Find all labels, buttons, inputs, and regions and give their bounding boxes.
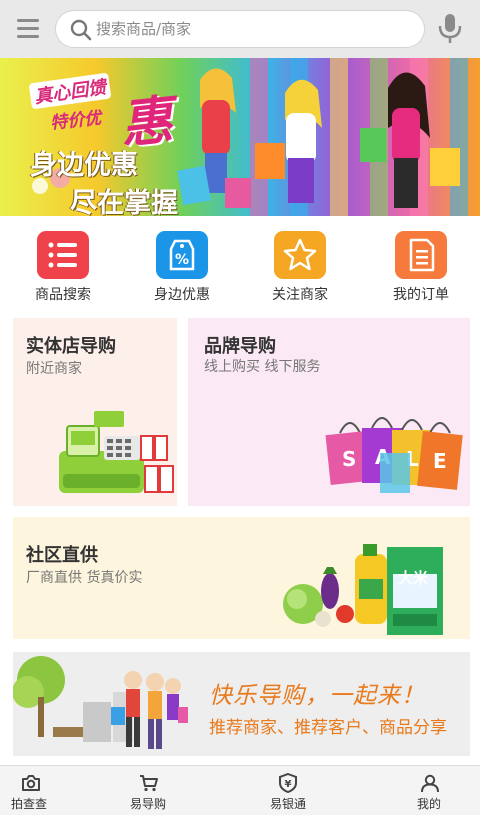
search-input[interactable] [96,17,406,41]
promo-headline: 快乐导购，一起来！ [209,683,425,709]
brand-guide-card[interactable]: 品牌导购 线上购买 线下服务 S A L E [188,318,470,506]
tab-yi-dao-gou[interactable]: 易导购 [120,766,200,815]
community-supply-card[interactable]: 社区直供 厂商直供 货真价实 大米 [13,517,470,639]
promo-banner[interactable]: 真心回馈 特价优 惠 身边优惠 尽在掌握 [0,58,480,216]
quick-action-label: 身边优惠 [154,287,210,303]
tab-yi-yin-tong[interactable]: ¥ 易银通 [258,766,338,815]
svg-text:S: S [342,447,356,471]
bottom-nav: 拍查查 易导购 ¥ 易银通 我的 [0,765,480,815]
store-guide-card[interactable]: 实体店导购 附近商家 [13,318,177,506]
quick-action-my-orders[interactable]: 我的订单 [371,231,471,306]
promo-subline: 推荐商家、推荐客户、商品分享 [209,718,447,738]
card-subtitle: 线上购买 线下服务 [204,359,321,375]
tab-mine[interactable]: 我的 [400,766,480,815]
card-subtitle: 附近商家 [26,361,82,377]
menu-icon[interactable] [14,15,44,43]
sale-bags-illustration: S A L E [325,417,463,493]
discount-tag-icon: % [156,231,208,279]
tab-label: 拍查查 [11,797,48,811]
tab-label: 易银通 [270,797,307,811]
card-title: 实体店导购 [26,336,116,357]
quick-action-label: 我的订单 [393,287,449,303]
star-icon [274,231,326,279]
top-bar [0,0,480,58]
cart-icon [140,775,158,792]
quick-action-product-search[interactable]: 商品搜索 [13,231,113,306]
banner-headline-2: 尽在掌握 [70,188,178,216]
svg-text:¥: ¥ [285,779,292,790]
svg-text:%: % [175,252,189,268]
card-title: 社区直供 [26,545,98,566]
quick-action-label: 关注商家 [272,287,328,303]
promo-strip[interactable]: 快乐导购，一起来！ 推荐商家、推荐客户、商品分享 [13,652,470,756]
cash-register-illustration [59,411,174,493]
quick-action-nearby-deals[interactable]: % 身边优惠 [132,231,232,306]
search-icon [70,19,92,41]
camera-icon [22,775,40,791]
yuan-shield-icon: ¥ [279,773,297,793]
banner-headline-1: 身边优惠 [30,150,138,181]
tab-pai-cha-cha[interactable]: 拍查查 [0,766,80,815]
tab-label: 易导购 [130,797,167,811]
user-icon [421,774,439,792]
quick-action-label: 商品搜索 [35,287,91,303]
order-document-icon [395,231,447,279]
quick-action-followed-shops[interactable]: 关注商家 [250,231,350,306]
search-box[interactable] [55,10,425,48]
list-icon [37,231,89,279]
card-subtitle: 厂商直供 货真价实 [26,570,143,586]
banner-slogan-2: 特价优 [49,108,103,134]
rice-bag-label: 大米 [398,569,429,587]
svg-text:E: E [433,449,447,473]
card-title: 品牌导购 [204,336,276,357]
happy-shoppers-illustration [13,656,188,749]
tab-label: 我的 [417,797,442,811]
microphone-icon[interactable] [434,12,466,46]
